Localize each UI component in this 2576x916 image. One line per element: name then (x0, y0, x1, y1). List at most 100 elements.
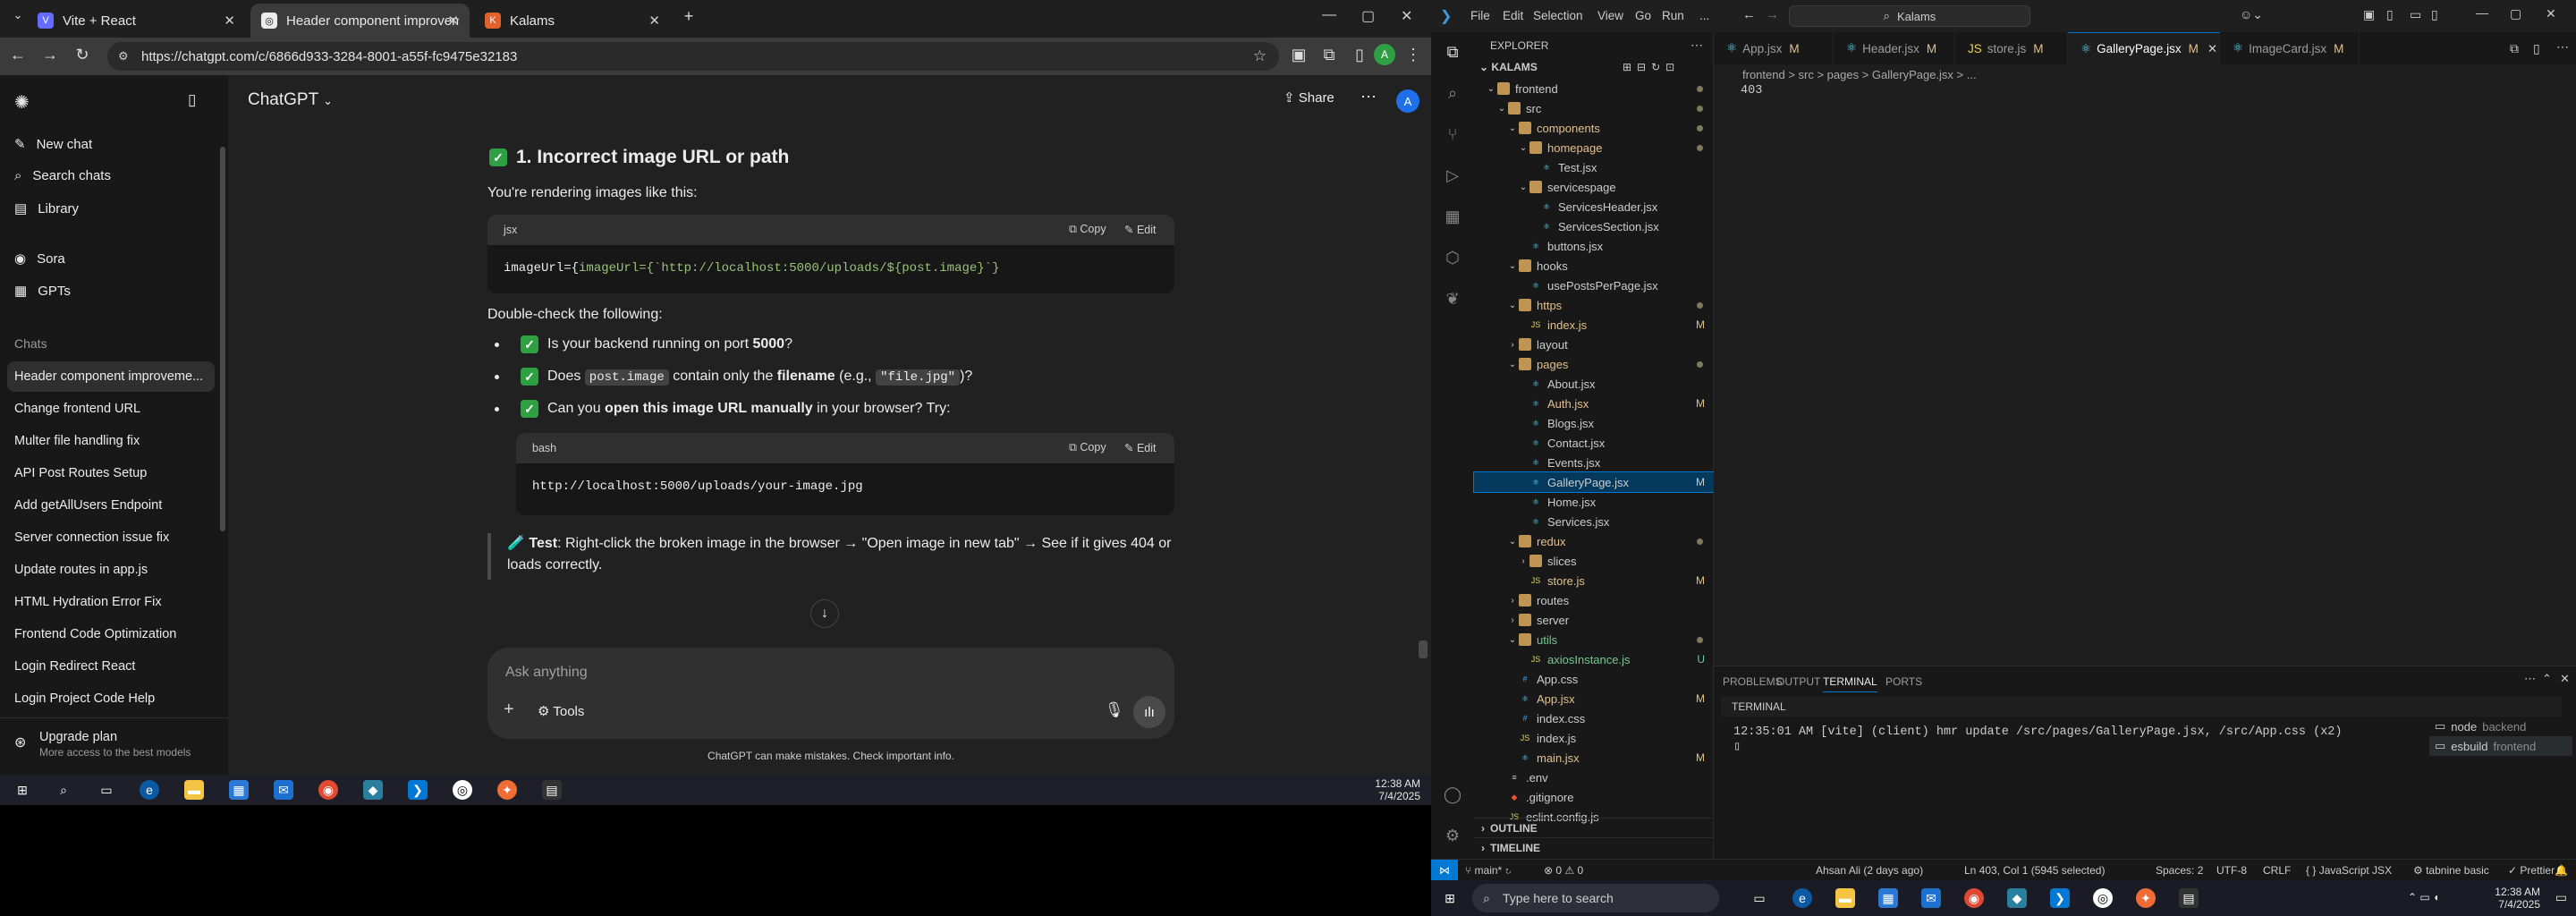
split-icon[interactable]: ▯ (2533, 41, 2540, 56)
windows-start-icon[interactable]: ⊞ (13, 780, 32, 800)
code-editor[interactable]: 403 (1714, 84, 2576, 666)
edge-icon[interactable]: e (1792, 888, 1812, 908)
search-chats-button[interactable]: ⌕ Search chats (14, 168, 111, 183)
workspace-root[interactable]: ⌄ KALAMS (1479, 61, 1538, 73)
layout-icon[interactable]: ▣ (2363, 7, 2375, 22)
tree-file[interactable]: # App.css (1474, 669, 1714, 689)
chrome-icon[interactable]: ◉ (1964, 888, 1984, 908)
tree-folder[interactable]: ⌄ https (1474, 295, 1714, 315)
tree-file[interactable]: ⚛ buttons.jsx (1474, 236, 1714, 256)
back-icon[interactable]: ← (1742, 7, 1756, 22)
taskbar-clock[interactable]: 12:38 AM 7/4/2025 (2495, 886, 2540, 911)
tree-file[interactable]: ⚛ usePostsPerPage.jsx (1474, 276, 1714, 295)
puzzle-icon[interactable]: ⧉ (1318, 46, 1340, 67)
taskbar-search-input[interactable]: ⌕ Type here to search (1472, 884, 1719, 912)
tree-folder[interactable]: › layout (1474, 335, 1714, 354)
tree-folder[interactable]: ⌄ hooks (1474, 256, 1714, 276)
tools-button[interactable]: ⚙ Tools (538, 703, 584, 719)
tab-terminal[interactable]: TERMINAL (1823, 675, 1877, 692)
gpts-button[interactable]: ▦ GPTs (14, 283, 71, 300)
eol[interactable]: CRLF (2263, 864, 2291, 877)
editor-tab-header-jsx[interactable]: ⚛ Header.jsx M (1834, 32, 1955, 64)
tree-folder[interactable]: ⌄ utils (1474, 630, 1714, 649)
chat-item[interactable]: Header component improveme... (7, 361, 215, 392)
tree-file[interactable]: ◆ .gitignore (1474, 787, 1714, 807)
tree-folder[interactable]: ⌄ src (1474, 98, 1714, 118)
tree-file[interactable]: JS store.js M (1474, 571, 1714, 590)
maximize-panel-icon[interactable]: ⌃ (2542, 672, 2552, 686)
chrome-icon[interactable]: ◉ (318, 780, 338, 800)
bookmark-star-icon[interactable]: ☆ (1253, 47, 1267, 65)
explorer-actions-icon[interactable]: ⊞⊟↻⊡ (1623, 61, 1680, 73)
explorer-icon[interactable]: ⧉ (1442, 41, 1463, 63)
menu-edit[interactable]: Edit (1503, 9, 1523, 22)
chat-item[interactable]: API Post Routes Setup (7, 458, 215, 488)
app-icon[interactable]: ◆ (2007, 888, 2027, 908)
menu-view[interactable]: View (1597, 9, 1623, 22)
tree-file[interactable]: ⚛ About.jsx (1474, 374, 1714, 394)
editor-tab-gallerypage-jsx[interactable]: ⚛ GalleryPage.jsx M ✕ (2068, 32, 2220, 64)
more-actions-icon[interactable]: ⋯ (2556, 39, 2569, 55)
close-panel-icon[interactable]: ✕ (2560, 672, 2570, 686)
tree-file[interactable]: ⚛ Auth.jsx M (1474, 394, 1714, 413)
chatgpt-app-icon[interactable]: ◎ (453, 780, 472, 800)
editor-tab-app-jsx[interactable]: ⚛ App.jsx M (1714, 32, 1834, 64)
task-view-icon[interactable]: ▭ (97, 780, 116, 800)
problems-indicator[interactable]: ⊗ 0 ⚠ 0 (1544, 864, 1583, 877)
prompt-input[interactable]: Ask anything (505, 665, 588, 681)
more-actions-icon[interactable]: ⋯ (1690, 38, 1703, 53)
browser-tab-kalams[interactable]: K Kalams ✕ (474, 4, 671, 38)
tray-icons[interactable]: ⌃ ▭ ◖ (2408, 891, 2439, 903)
upgrade-plan-button[interactable]: ⊛ Upgrade plan More access to the best m… (14, 728, 220, 766)
source-control-icon[interactable]: ⑂ (1442, 123, 1463, 145)
split-editor-icon[interactable]: ⧉ (2510, 41, 2519, 56)
voice-mode-icon[interactable]: ılı (1133, 696, 1165, 728)
tree-file[interactable]: JS axiosInstance.js U (1474, 649, 1714, 669)
chat-item[interactable]: Change frontend URL (7, 394, 215, 424)
scroll-down-button[interactable]: ↓ (810, 599, 839, 628)
toggle-sidebar-icon[interactable]: ▯ (2386, 7, 2394, 22)
new-chat-button[interactable]: ✎ New chat (14, 136, 92, 153)
tree-folder[interactable]: ⌄ servicespage (1474, 177, 1714, 197)
terminal-output[interactable]: 12:35:01 AM [vite] (client) hmr update /… (1733, 725, 2343, 754)
library-button[interactable]: ▤ Library (14, 200, 79, 217)
menu-run[interactable]: Run (1662, 9, 1684, 22)
tree-folder[interactable]: › slices (1474, 551, 1714, 571)
tree-file[interactable]: ⚛ App.jsx M (1474, 689, 1714, 708)
tree-file[interactable]: ⚛ ServicesSection.jsx (1474, 216, 1714, 236)
timeline-section[interactable]: › TIMELINE (1474, 837, 1714, 857)
tree-file[interactable]: ⚛ ServicesHeader.jsx (1474, 197, 1714, 216)
terminal-item-esbuild[interactable]: ▭ esbuild frontend (2429, 736, 2572, 756)
close-window-icon[interactable]: ✕ (1401, 7, 1412, 25)
mail-icon[interactable]: ✉ (1921, 888, 1941, 908)
tabnine-status[interactable]: ⚙ tabnine basic (2413, 864, 2489, 877)
tree-file[interactable]: ⚛ Test.jsx (1474, 157, 1714, 177)
manage-gear-icon[interactable]: ⚙ (1442, 825, 1463, 846)
tree-folder[interactable]: ⌄ components (1474, 118, 1714, 138)
profile-avatar-icon[interactable]: A (1374, 44, 1395, 65)
tree-file[interactable]: # index.css (1474, 708, 1714, 728)
forward-icon[interactable]: → (39, 46, 61, 67)
tree-folder[interactable]: ⌄ homepage (1474, 138, 1714, 157)
tree-file[interactable]: ⚛ Services.jsx (1474, 512, 1714, 531)
close-tab-icon[interactable]: ✕ (224, 13, 235, 29)
terminal-item-node[interactable]: ▭ node backend (2429, 717, 2572, 736)
more-actions-icon[interactable]: ⋯ (2524, 672, 2536, 686)
sora-button[interactable]: ◉ Sora (14, 250, 65, 267)
sidebar-icon[interactable]: ▯ (1349, 46, 1370, 67)
menu-file[interactable]: File (1470, 9, 1490, 22)
share-button[interactable]: ⇪ Share (1284, 89, 1335, 106)
tree-folder[interactable]: › server (1474, 610, 1714, 630)
more-options-icon[interactable]: ⋯ (1360, 88, 1377, 106)
chat-item[interactable]: HTML Hydration Error Fix (7, 587, 215, 617)
outline-section[interactable]: › OUTLINE (1474, 818, 1714, 837)
remote-indicator-icon[interactable]: ⋈ (1431, 860, 1458, 881)
url-input[interactable]: ⚙ https://chatgpt.com/c/6866d933-3284-80… (107, 42, 1279, 71)
tree-file[interactable]: ⚛ Home.jsx (1474, 492, 1714, 512)
chat-item[interactable]: Multer file handling fix (7, 426, 215, 456)
encoding[interactable]: UTF-8 (2216, 864, 2247, 877)
vscode-icon[interactable]: ❯ (2050, 888, 2070, 908)
file-explorer-icon[interactable]: ▬ (184, 780, 204, 800)
restore-icon[interactable]: ▢ (2510, 6, 2521, 21)
menu-go[interactable]: Go (1635, 9, 1651, 22)
